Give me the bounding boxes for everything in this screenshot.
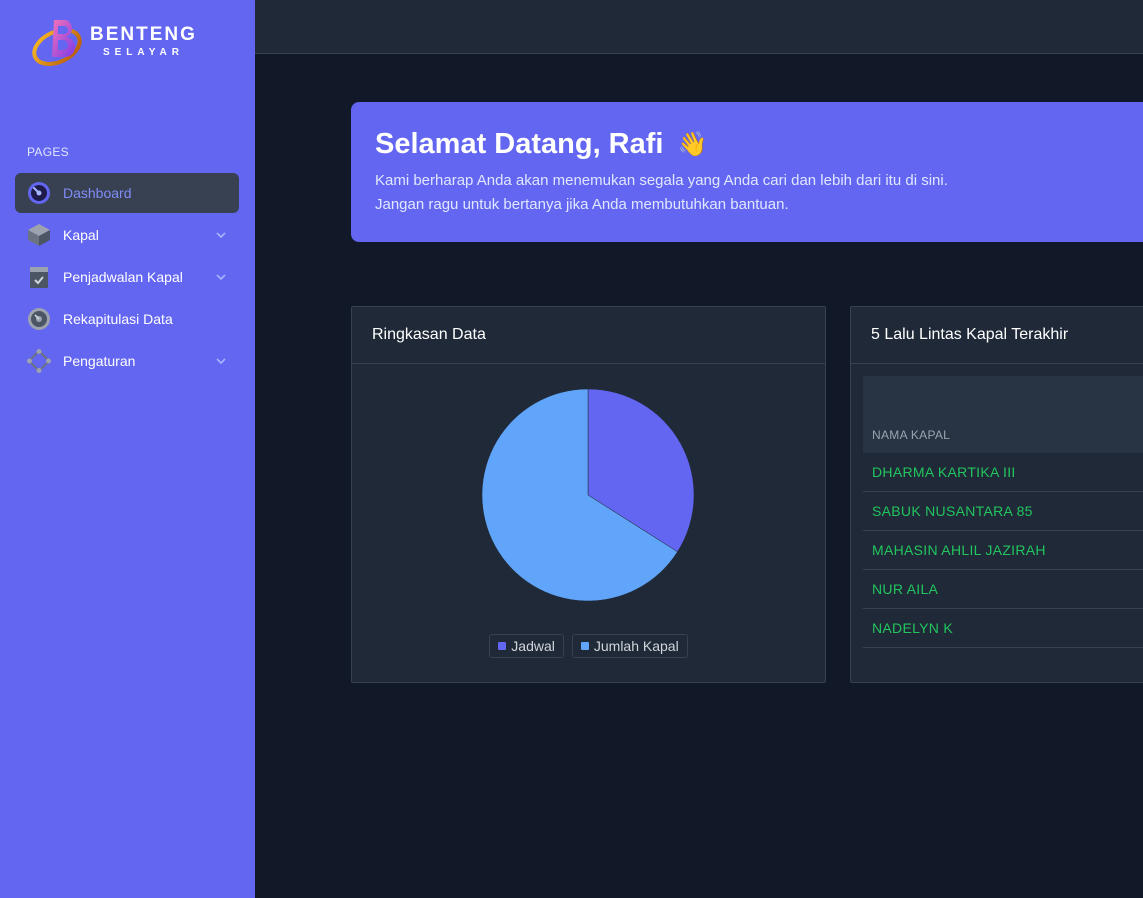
brand-subtitle: SELAYAR bbox=[102, 47, 184, 58]
table-row[interactable]: DHARMA KARTIKA III bbox=[863, 453, 1143, 492]
sidebar-section-label: PAGES bbox=[27, 145, 69, 159]
traffic-table: NAMA KAPAL DHARMA KARTIKA III SABUK NUSA… bbox=[863, 376, 1143, 648]
sidebar-item-label: Kapal bbox=[63, 227, 99, 243]
network-nodes-icon bbox=[27, 349, 51, 373]
welcome-title: Selamat Datang, Rafi bbox=[375, 128, 664, 160]
welcome-message-line2: Jangan ragu untuk bertanya jika Anda mem… bbox=[375, 196, 789, 213]
sidebar-nav: Dashboard Kapal Penjadwalan Kapal Rekapi… bbox=[15, 173, 239, 383]
benteng-logo-icon bbox=[32, 20, 82, 66]
summary-card-title: Ringkasan Data bbox=[352, 307, 825, 364]
summary-card: Ringkasan Data Jadwal Jumlah Kapal bbox=[351, 306, 826, 683]
welcome-message-line1: Kami berharap Anda akan menemukan segala… bbox=[375, 172, 948, 189]
waving-hand-icon: 👋 bbox=[677, 131, 708, 158]
sidebar-item-pengaturan[interactable]: Pengaturan bbox=[15, 341, 239, 381]
legend-item-jumlah-kapal[interactable]: Jumlah Kapal bbox=[571, 634, 688, 658]
sidebar-item-label: Penjadwalan Kapal bbox=[63, 269, 183, 285]
disc-icon bbox=[27, 307, 51, 331]
dashboard-gauge-icon bbox=[27, 181, 51, 205]
traffic-card-title: 5 Lalu Lintas Kapal Terakhir bbox=[851, 307, 1143, 364]
brand-title: BENTENG bbox=[90, 24, 197, 45]
legend-item-jadwal[interactable]: Jadwal bbox=[489, 634, 564, 658]
cube-icon bbox=[27, 223, 51, 247]
table-row[interactable]: MAHASIN AHLIL JAZIRAH bbox=[863, 531, 1143, 570]
sidebar: BENTENG SELAYAR PAGES Dashboard Kapal Pe… bbox=[0, 0, 255, 898]
table-row[interactable]: NUR AILA bbox=[863, 570, 1143, 609]
legend-swatch bbox=[580, 642, 589, 650]
legend-label: Jadwal bbox=[511, 638, 555, 654]
sidebar-item-label: Rekapitulasi Data bbox=[63, 311, 173, 327]
sidebar-item-label: Pengaturan bbox=[63, 353, 136, 369]
brand-logo[interactable]: BENTENG SELAYAR bbox=[30, 14, 197, 70]
sidebar-item-label: Dashboard bbox=[63, 185, 132, 201]
chart-legend: Jadwal Jumlah Kapal bbox=[352, 634, 825, 658]
sidebar-item-rekapitulasi-data[interactable]: Rekapitulasi Data bbox=[15, 299, 239, 339]
traffic-card: 5 Lalu Lintas Kapal Terakhir NAMA KAPAL … bbox=[850, 306, 1143, 683]
sidebar-item-kapal[interactable]: Kapal bbox=[15, 215, 239, 255]
chevron-down-icon bbox=[216, 232, 226, 239]
sidebar-item-penjadwalan-kapal[interactable]: Penjadwalan Kapal bbox=[15, 257, 239, 297]
sidebar-item-dashboard[interactable]: Dashboard bbox=[15, 173, 239, 213]
table-row[interactable]: NADELYN K bbox=[863, 609, 1143, 648]
legend-label: Jumlah Kapal bbox=[593, 638, 679, 654]
chevron-down-icon bbox=[216, 358, 226, 365]
welcome-banner: Selamat Datang, Rafi 👋 Kami berharap And… bbox=[351, 102, 1143, 242]
top-bar bbox=[255, 0, 1143, 54]
clipboard-check-icon bbox=[27, 265, 51, 289]
chevron-down-icon bbox=[216, 274, 226, 281]
table-header-nama-kapal: NAMA KAPAL bbox=[863, 376, 1143, 453]
table-row[interactable]: SABUK NUSANTARA 85 bbox=[863, 492, 1143, 531]
legend-swatch bbox=[498, 642, 507, 650]
